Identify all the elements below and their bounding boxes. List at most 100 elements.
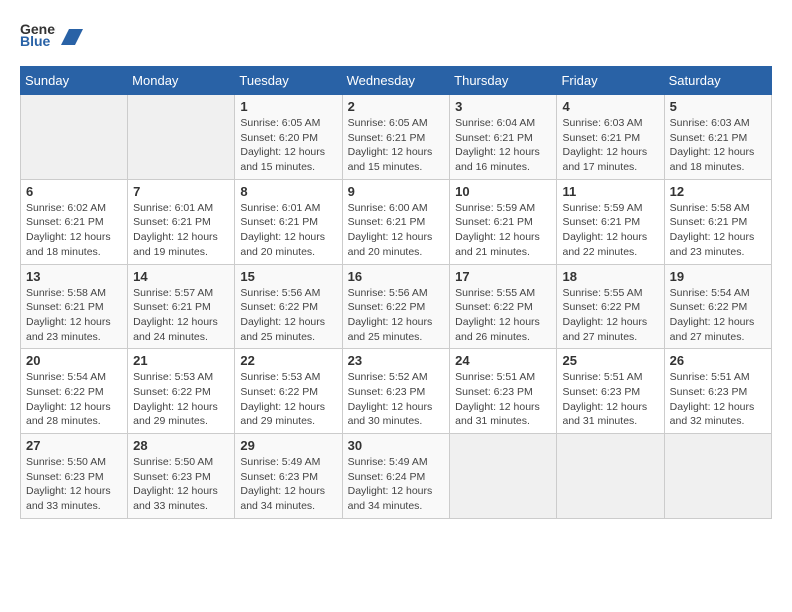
calendar-cell: 20 Sunrise: 5:54 AMSunset: 6:22 PMDayligh… <box>21 349 128 434</box>
day-info: Sunrise: 5:49 AMSunset: 6:23 PMDaylight:… <box>240 455 336 514</box>
calendar-week-row: 20 Sunrise: 5:54 AMSunset: 6:22 PMDayligh… <box>21 349 772 434</box>
calendar-week-row: 1 Sunrise: 6:05 AMSunset: 6:20 PMDaylight… <box>21 95 772 180</box>
calendar-cell: 19 Sunrise: 5:54 AMSunset: 6:22 PMDayligh… <box>664 264 771 349</box>
day-info: Sunrise: 6:01 AMSunset: 6:21 PMDaylight:… <box>240 201 336 260</box>
column-header-thursday: Thursday <box>450 67 557 95</box>
day-number: 21 <box>133 353 229 368</box>
calendar-cell: 22 Sunrise: 5:53 AMSunset: 6:22 PMDayligh… <box>235 349 342 434</box>
day-number: 29 <box>240 438 336 453</box>
calendar-week-row: 27Sunrise: 5:50 AMSunset: 6:23 PMDayligh… <box>21 434 772 519</box>
calendar-cell: 11 Sunrise: 5:59 AMSunset: 6:21 PMDayligh… <box>557 179 664 264</box>
calendar-cell: 1 Sunrise: 6:05 AMSunset: 6:20 PMDaylight… <box>235 95 342 180</box>
calendar-week-row: 13 Sunrise: 5:58 AMSunset: 6:21 PMDayligh… <box>21 264 772 349</box>
day-info: Sunrise: 6:02 AMSunset: 6:21 PMDaylight:… <box>26 201 122 260</box>
calendar-cell: 2 Sunrise: 6:05 AMSunset: 6:21 PMDaylight… <box>342 95 450 180</box>
day-number: 26 <box>670 353 766 368</box>
calendar-cell: 30 Sunrise: 5:49 AMSunset: 6:24 PMDayligh… <box>342 434 450 519</box>
calendar-header-row: SundayMondayTuesdayWednesdayThursdayFrid… <box>21 67 772 95</box>
column-header-friday: Friday <box>557 67 664 95</box>
day-number: 20 <box>26 353 122 368</box>
calendar-cell <box>450 434 557 519</box>
calendar-cell: 15Sunrise: 5:56 AMSunset: 6:22 PMDayligh… <box>235 264 342 349</box>
day-number: 17 <box>455 269 551 284</box>
calendar-week-row: 6 Sunrise: 6:02 AMSunset: 6:21 PMDaylight… <box>21 179 772 264</box>
logo-chevron-icon <box>61 29 83 45</box>
day-number: 23 <box>348 353 445 368</box>
calendar-cell: 26 Sunrise: 5:51 AMSunset: 6:23 PMDayligh… <box>664 349 771 434</box>
page-header: General Blue <box>20 20 772 50</box>
day-number: 4 <box>562 99 658 114</box>
day-info: Sunrise: 5:58 AMSunset: 6:21 PMDaylight:… <box>670 201 766 260</box>
day-info: Sunrise: 5:58 AMSunset: 6:21 PMDaylight:… <box>26 286 122 345</box>
calendar-cell: 8Sunrise: 6:01 AMSunset: 6:21 PMDaylight… <box>235 179 342 264</box>
calendar-cell: 4 Sunrise: 6:03 AMSunset: 6:21 PMDaylight… <box>557 95 664 180</box>
calendar-cell: 13 Sunrise: 5:58 AMSunset: 6:21 PMDayligh… <box>21 264 128 349</box>
day-number: 9 <box>348 184 445 199</box>
day-info: Sunrise: 5:51 AMSunset: 6:23 PMDaylight:… <box>562 370 658 429</box>
day-info: Sunrise: 6:00 AMSunset: 6:21 PMDaylight:… <box>348 201 445 260</box>
day-info: Sunrise: 5:57 AMSunset: 6:21 PMDaylight:… <box>133 286 229 345</box>
day-number: 30 <box>348 438 445 453</box>
day-info: Sunrise: 5:54 AMSunset: 6:22 PMDaylight:… <box>26 370 122 429</box>
day-info: Sunrise: 6:04 AMSunset: 6:21 PMDaylight:… <box>455 116 551 175</box>
calendar-cell: 18Sunrise: 5:55 AMSunset: 6:22 PMDayligh… <box>557 264 664 349</box>
calendar-cell: 3 Sunrise: 6:04 AMSunset: 6:21 PMDaylight… <box>450 95 557 180</box>
svg-text:Blue: Blue <box>20 33 51 49</box>
day-number: 5 <box>670 99 766 114</box>
calendar-cell <box>21 95 128 180</box>
column-header-wednesday: Wednesday <box>342 67 450 95</box>
day-info: Sunrise: 5:53 AMSunset: 6:22 PMDaylight:… <box>240 370 336 429</box>
day-info: Sunrise: 6:05 AMSunset: 6:20 PMDaylight:… <box>240 116 336 175</box>
day-number: 15 <box>240 269 336 284</box>
column-header-monday: Monday <box>128 67 235 95</box>
day-number: 24 <box>455 353 551 368</box>
day-info: Sunrise: 6:05 AMSunset: 6:21 PMDaylight:… <box>348 116 445 175</box>
calendar-cell: 9 Sunrise: 6:00 AMSunset: 6:21 PMDaylight… <box>342 179 450 264</box>
day-number: 19 <box>670 269 766 284</box>
logo-icon: General Blue <box>20 20 56 50</box>
day-info: Sunrise: 5:52 AMSunset: 6:23 PMDaylight:… <box>348 370 445 429</box>
calendar-table: SundayMondayTuesdayWednesdayThursdayFrid… <box>20 66 772 519</box>
calendar-cell: 25 Sunrise: 5:51 AMSunset: 6:23 PMDayligh… <box>557 349 664 434</box>
day-number: 10 <box>455 184 551 199</box>
day-number: 1 <box>240 99 336 114</box>
calendar-cell: 7 Sunrise: 6:01 AMSunset: 6:21 PMDaylight… <box>128 179 235 264</box>
logo: General Blue <box>20 20 84 50</box>
calendar-cell: 28Sunrise: 5:50 AMSunset: 6:23 PMDayligh… <box>128 434 235 519</box>
day-number: 3 <box>455 99 551 114</box>
calendar-cell <box>664 434 771 519</box>
column-header-sunday: Sunday <box>21 67 128 95</box>
day-info: Sunrise: 5:51 AMSunset: 6:23 PMDaylight:… <box>455 370 551 429</box>
day-info: Sunrise: 5:54 AMSunset: 6:22 PMDaylight:… <box>670 286 766 345</box>
day-number: 6 <box>26 184 122 199</box>
calendar-cell: 5Sunrise: 6:03 AMSunset: 6:21 PMDaylight… <box>664 95 771 180</box>
calendar-cell: 29 Sunrise: 5:49 AMSunset: 6:23 PMDayligh… <box>235 434 342 519</box>
day-info: Sunrise: 5:50 AMSunset: 6:23 PMDaylight:… <box>133 455 229 514</box>
day-info: Sunrise: 5:51 AMSunset: 6:23 PMDaylight:… <box>670 370 766 429</box>
calendar-cell: 10 Sunrise: 5:59 AMSunset: 6:21 PMDayligh… <box>450 179 557 264</box>
day-number: 22 <box>240 353 336 368</box>
day-info: Sunrise: 5:59 AMSunset: 6:21 PMDaylight:… <box>455 201 551 260</box>
day-info: Sunrise: 6:03 AMSunset: 6:21 PMDaylight:… <box>562 116 658 175</box>
column-header-tuesday: Tuesday <box>235 67 342 95</box>
day-number: 13 <box>26 269 122 284</box>
calendar-cell <box>557 434 664 519</box>
calendar-cell: 23 Sunrise: 5:52 AMSunset: 6:23 PMDayligh… <box>342 349 450 434</box>
day-number: 18 <box>562 269 658 284</box>
calendar-cell: 6 Sunrise: 6:02 AMSunset: 6:21 PMDaylight… <box>21 179 128 264</box>
day-number: 11 <box>562 184 658 199</box>
day-info: Sunrise: 5:59 AMSunset: 6:21 PMDaylight:… <box>562 201 658 260</box>
day-number: 2 <box>348 99 445 114</box>
calendar-cell: 14Sunrise: 5:57 AMSunset: 6:21 PMDayligh… <box>128 264 235 349</box>
calendar-cell <box>128 95 235 180</box>
day-info: Sunrise: 5:49 AMSunset: 6:24 PMDaylight:… <box>348 455 445 514</box>
day-number: 12 <box>670 184 766 199</box>
day-info: Sunrise: 5:53 AMSunset: 6:22 PMDaylight:… <box>133 370 229 429</box>
day-number: 25 <box>562 353 658 368</box>
day-number: 7 <box>133 184 229 199</box>
day-info: Sunrise: 6:01 AMSunset: 6:21 PMDaylight:… <box>133 201 229 260</box>
day-info: Sunrise: 5:55 AMSunset: 6:22 PMDaylight:… <box>455 286 551 345</box>
column-header-saturday: Saturday <box>664 67 771 95</box>
calendar-cell: 24 Sunrise: 5:51 AMSunset: 6:23 PMDayligh… <box>450 349 557 434</box>
day-info: Sunrise: 5:50 AMSunset: 6:23 PMDaylight:… <box>26 455 122 514</box>
